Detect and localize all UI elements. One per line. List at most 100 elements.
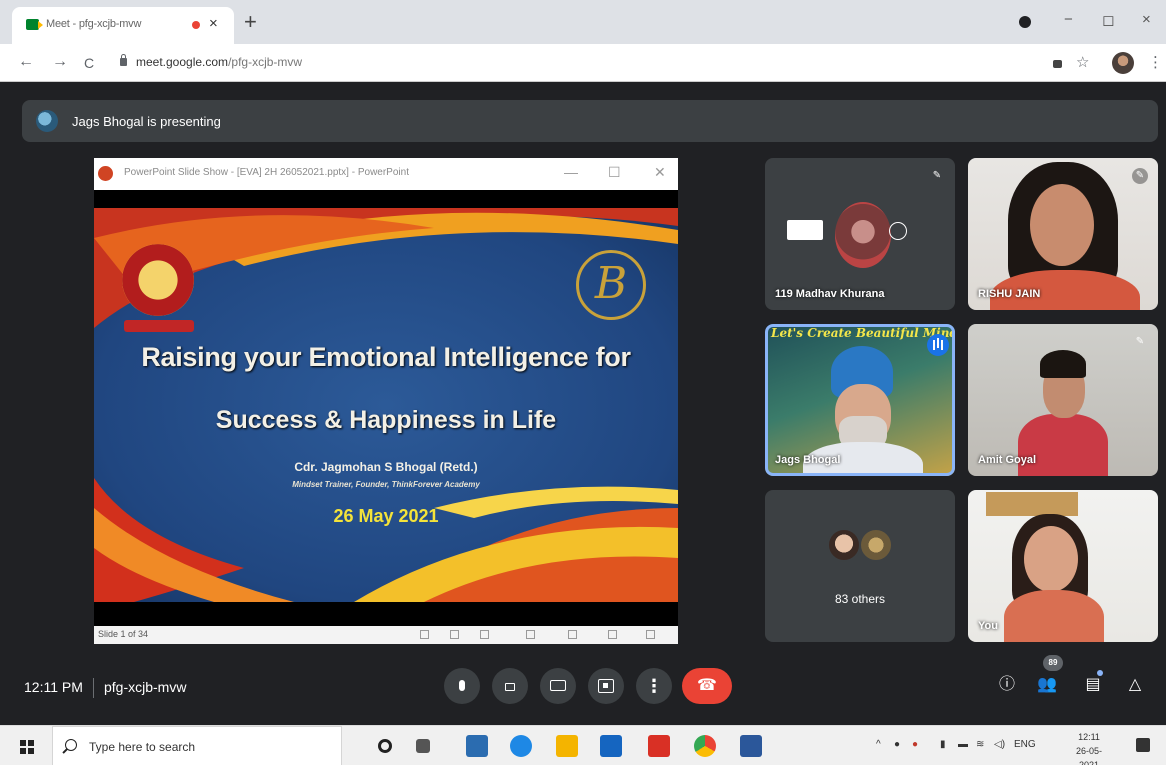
battery-icon[interactable]: ▬ bbox=[958, 739, 968, 750]
tray-app-icon[interactable]: ● bbox=[894, 739, 900, 750]
network-icon[interactable]: ≋ bbox=[976, 739, 984, 750]
closed-captions-icon bbox=[550, 680, 566, 691]
url-field[interactable]: meet.google.com/pfg-xcjb-mvw bbox=[136, 55, 302, 69]
tray-mic-icon[interactable]: ▮ bbox=[940, 739, 946, 750]
call-end-icon: ☎ bbox=[697, 677, 717, 694]
camera-in-use-icon[interactable] bbox=[1053, 60, 1062, 68]
google-meet-favicon-icon bbox=[26, 19, 43, 30]
notification-center-icon[interactable] bbox=[1136, 738, 1150, 752]
presentation-window[interactable]: PowerPoint Slide Show - [EVA] 2H 2605202… bbox=[94, 158, 678, 644]
background-wall-frame bbox=[986, 492, 1078, 516]
participant-name: You bbox=[978, 620, 998, 632]
participant-avatar bbox=[835, 202, 891, 268]
meeting-details-button[interactable]: ⓘ bbox=[996, 674, 1018, 696]
chat-icon: ▤ bbox=[1085, 676, 1101, 693]
participant-tile-rishu[interactable]: ✎ RISHU JAIN bbox=[968, 158, 1158, 310]
remove-icon bbox=[889, 222, 907, 240]
back-button[interactable]: ← bbox=[18, 53, 34, 71]
tray-app-icon-2[interactable]: ● bbox=[912, 739, 918, 750]
ppt-maximize-icon: ☐ bbox=[608, 164, 621, 180]
mic-off-icon: ✎ bbox=[932, 170, 942, 181]
mail-app-icon[interactable] bbox=[466, 735, 488, 757]
clock-time: 12:11 bbox=[1078, 732, 1100, 742]
url-path: /pfg-xcjb-mvw bbox=[228, 55, 303, 69]
others-avatar-1 bbox=[827, 528, 861, 562]
window-close-button[interactable]: × bbox=[1142, 11, 1151, 28]
ppt-close-icon: ✕ bbox=[654, 164, 666, 180]
video-subject-hair bbox=[1040, 350, 1086, 378]
chat-button[interactable]: ▤ bbox=[1082, 674, 1104, 696]
academy-emblem bbox=[122, 244, 194, 316]
leave-call-button[interactable]: ☎ bbox=[682, 668, 732, 704]
participant-tile-amit[interactable]: ✎ Amit Goyal bbox=[968, 324, 1158, 476]
tab-close-icon[interactable]: × bbox=[209, 15, 218, 32]
window-minimize-button[interactable]: − bbox=[1064, 11, 1073, 28]
presenter-avatar bbox=[36, 110, 58, 132]
task-view-icon[interactable] bbox=[416, 739, 430, 753]
powerpoint-icon bbox=[98, 166, 113, 181]
brand-logo: B bbox=[576, 250, 646, 320]
participant-tile-jags[interactable]: Let's Create Beautiful Minds Jags Bhogal bbox=[765, 324, 955, 476]
language-indicator[interactable]: ENG bbox=[1014, 739, 1036, 750]
window-restore-button[interactable]: ◻ bbox=[1102, 11, 1114, 29]
participant-tile-you[interactable]: You bbox=[968, 490, 1158, 642]
people-button[interactable]: 👥 bbox=[1036, 674, 1058, 696]
tray-overflow-icon[interactable]: ^ bbox=[876, 739, 881, 750]
chat-unread-dot bbox=[1097, 670, 1103, 676]
search-icon bbox=[65, 739, 77, 751]
presenting-banner: Jags Bhogal is presenting bbox=[22, 100, 1158, 142]
captions-button[interactable] bbox=[540, 668, 576, 704]
volume-icon[interactable]: ◁) bbox=[994, 739, 1005, 750]
cortana-icon[interactable] bbox=[378, 739, 392, 753]
others-count-label: 83 others bbox=[834, 592, 886, 606]
presentation-window-title: PowerPoint Slide Show - [EVA] 2H 2605202… bbox=[124, 167, 409, 178]
info-icon: ⓘ bbox=[998, 676, 1015, 693]
windows-start-icon[interactable] bbox=[20, 740, 34, 754]
present-screen-icon bbox=[598, 679, 614, 693]
sorter-view-icon bbox=[568, 630, 577, 639]
clock-date: 26-05-2021 bbox=[1075, 746, 1102, 765]
taskbar-search[interactable]: Type here to search bbox=[52, 726, 342, 765]
participant-tile-madhav[interactable]: ✎ 119 Madhav Khurana bbox=[765, 158, 955, 310]
edge-icon[interactable] bbox=[510, 735, 532, 757]
windows-taskbar: Type here to search ^ ● ● ▮ ▬ ≋ ◁) ENG 1… bbox=[0, 725, 1166, 765]
meeting-time: 12:11 PM bbox=[24, 679, 83, 695]
system-clock[interactable]: 12:11 26-05-2021 bbox=[1068, 730, 1110, 765]
participant-name: RISHU JAIN bbox=[978, 288, 1041, 300]
media-control-icon[interactable] bbox=[1019, 16, 1031, 28]
new-tab-button[interactable]: + bbox=[244, 9, 257, 35]
lock-icon[interactable] bbox=[120, 54, 127, 66]
chrome-icon[interactable] bbox=[694, 735, 716, 757]
bookmark-star-icon[interactable]: ☆ bbox=[1076, 53, 1089, 71]
video-subject-body bbox=[1018, 414, 1108, 476]
tab-title: Meet - pfg-xcjb-mvw bbox=[46, 18, 142, 30]
slide-settings-icon bbox=[480, 630, 489, 639]
store-icon[interactable] bbox=[600, 735, 622, 757]
word-icon[interactable] bbox=[740, 735, 762, 757]
forward-button[interactable]: → bbox=[52, 53, 68, 71]
more-vert-icon: ⋮ bbox=[645, 676, 663, 696]
shared-cursor-image bbox=[787, 220, 823, 240]
recording-indicator-icon bbox=[192, 21, 200, 29]
browser-menu-icon[interactable]: ⋮ bbox=[1148, 53, 1163, 71]
reading-view-icon bbox=[608, 630, 617, 639]
browser-tab-meet[interactable]: Meet - pfg-xcjb-mvw × bbox=[12, 7, 234, 44]
reload-button[interactable]: C bbox=[84, 55, 94, 71]
microphone-icon bbox=[459, 680, 465, 691]
meeting-code: pfg-xcjb-mvw bbox=[104, 679, 187, 695]
camera-button[interactable] bbox=[492, 668, 528, 704]
profile-avatar[interactable] bbox=[1112, 52, 1134, 74]
participant-tile-others[interactable]: 83 others bbox=[765, 490, 955, 642]
presentation-titlebar: PowerPoint Slide Show - [EVA] 2H 2605202… bbox=[94, 158, 678, 190]
more-options-button[interactable]: ⋮ bbox=[636, 668, 672, 704]
microphone-button[interactable] bbox=[444, 668, 480, 704]
participant-name: Amit Goyal bbox=[978, 454, 1037, 466]
slideshow-view-icon bbox=[646, 630, 655, 639]
activities-button[interactable]: △ bbox=[1124, 674, 1146, 696]
normal-view-icon bbox=[526, 630, 535, 639]
media-app-icon[interactable] bbox=[648, 735, 670, 757]
video-subject-face bbox=[1030, 184, 1094, 266]
file-explorer-icon[interactable] bbox=[556, 735, 578, 757]
present-button[interactable] bbox=[588, 668, 624, 704]
ppt-minimize-icon: — bbox=[564, 164, 578, 180]
